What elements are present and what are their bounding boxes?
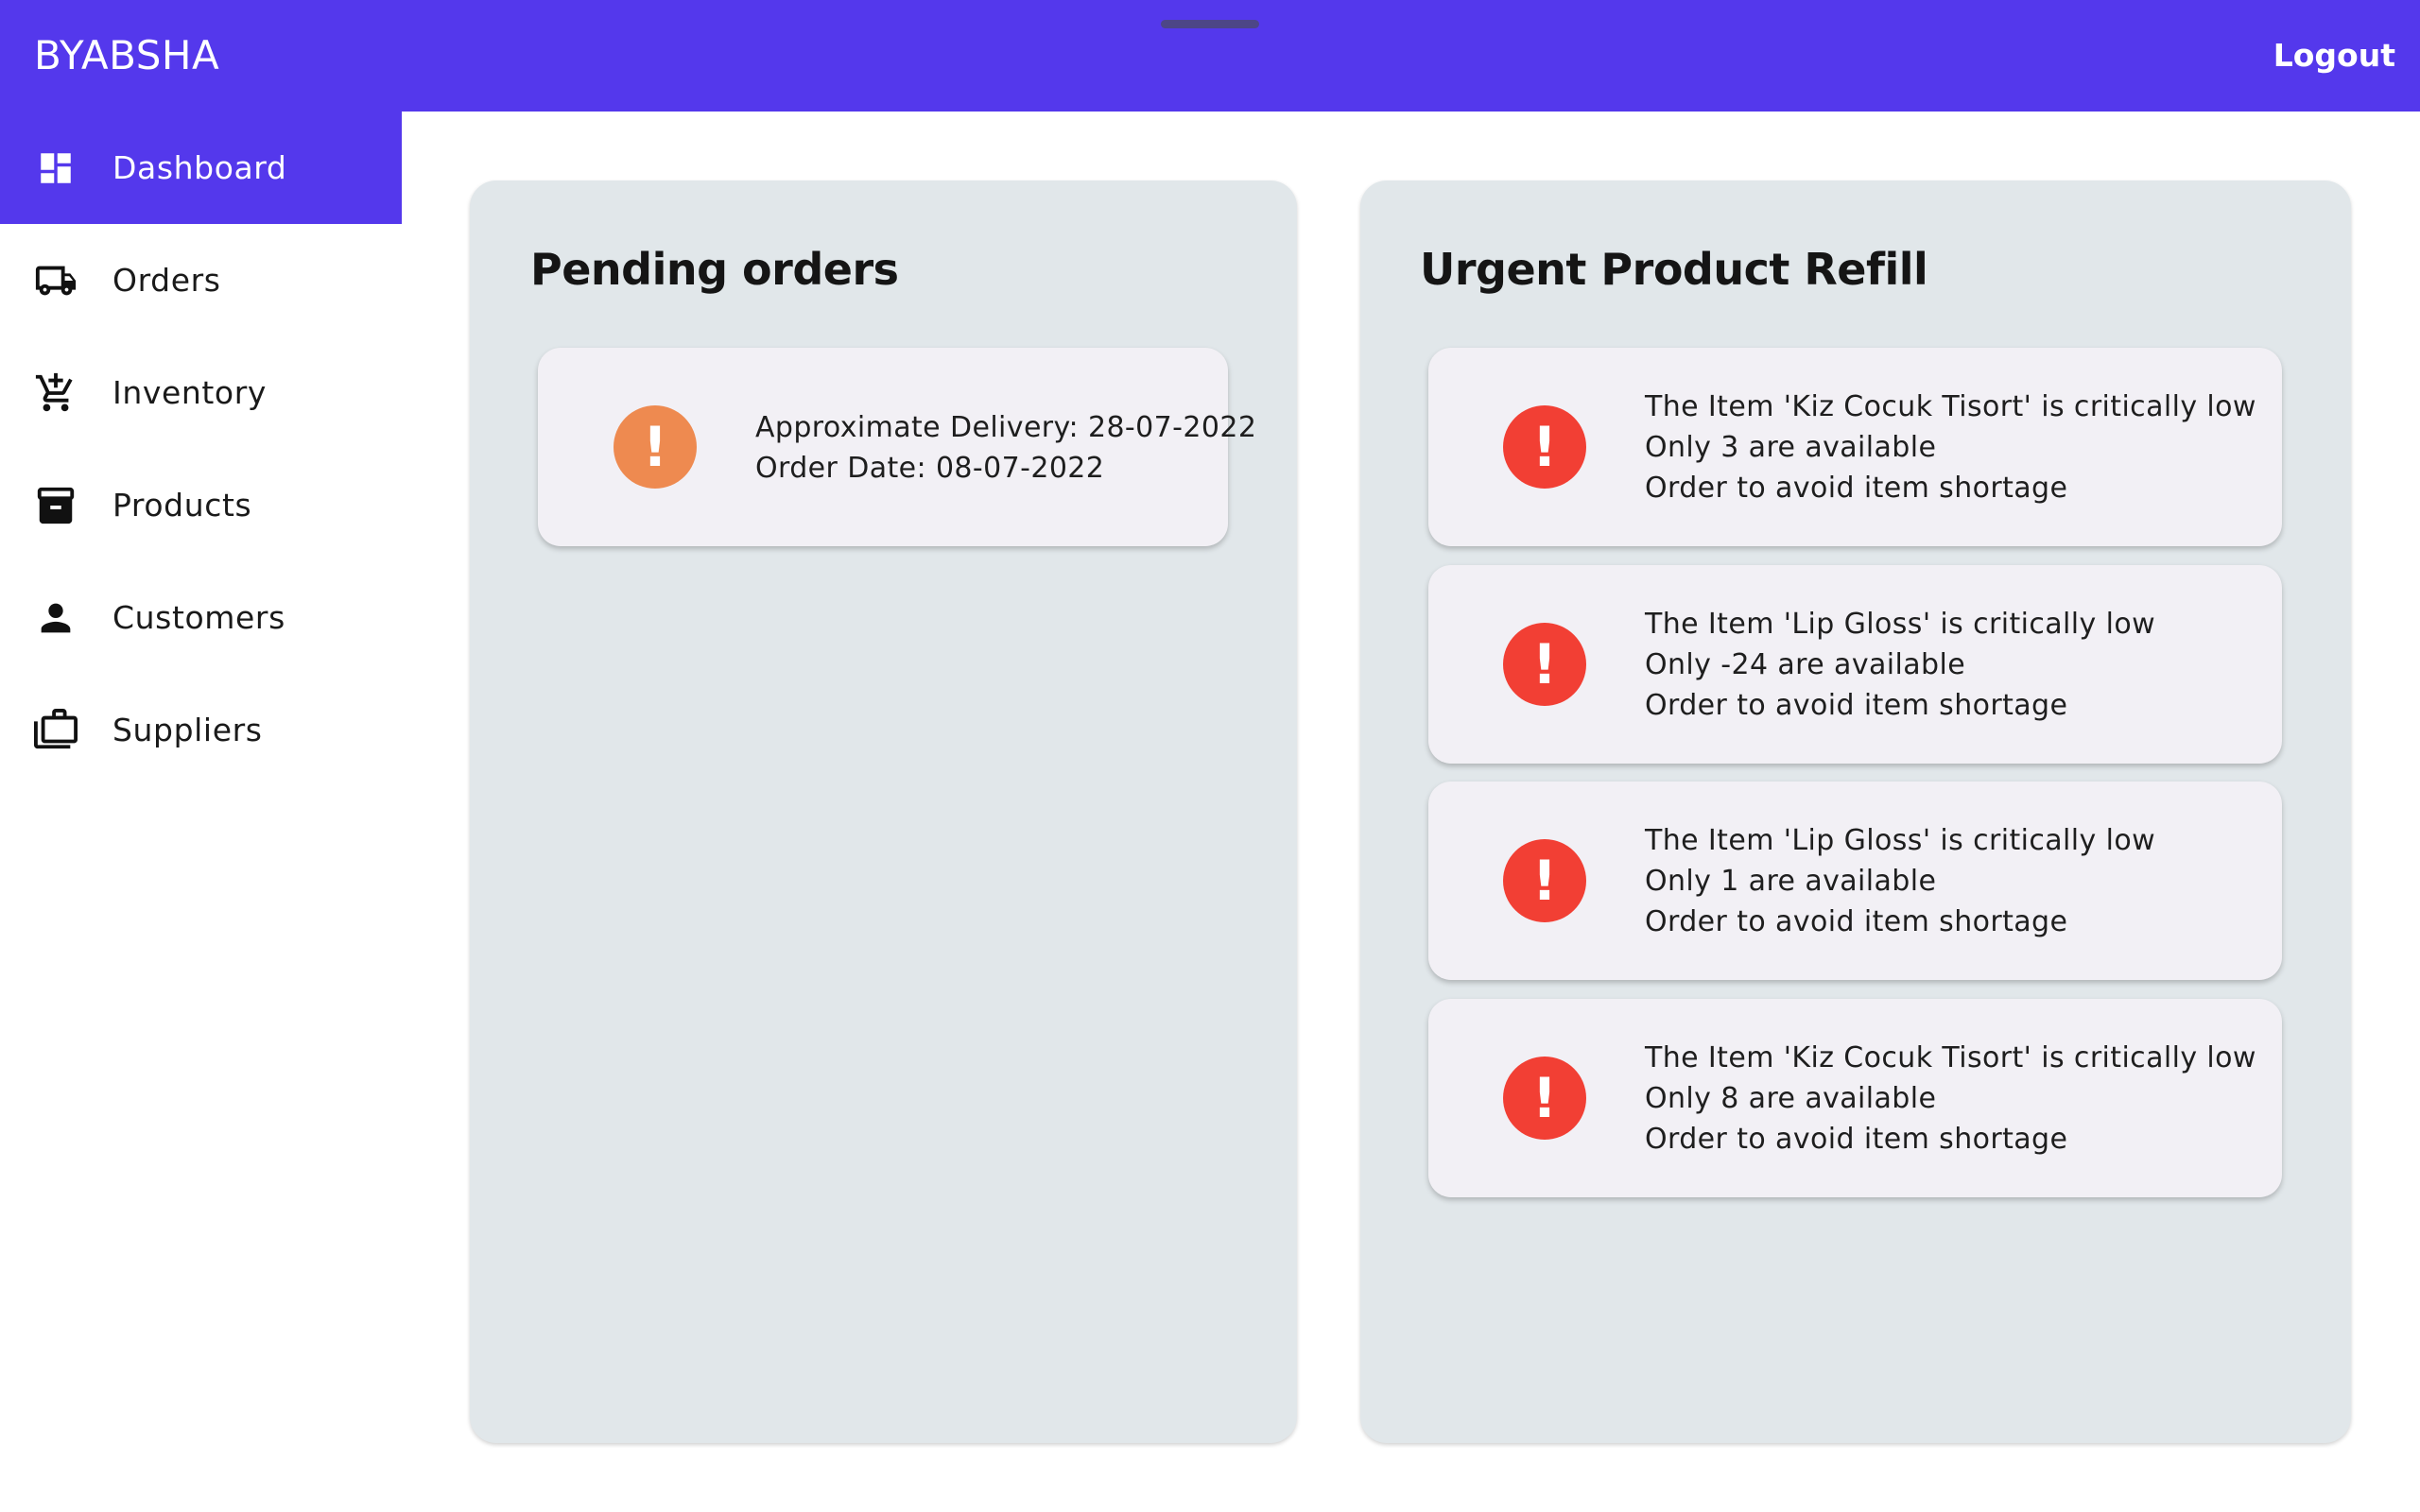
refill-alert-card[interactable]: ! The Item 'Lip Gloss' is critically low… — [1428, 782, 2282, 980]
critical-alert-icon: ! — [1503, 839, 1586, 922]
refill-alert-text: The Item 'Lip Gloss' is critically low O… — [1645, 604, 2155, 726]
refill-item-advice: Order to avoid item shortage — [1645, 689, 2068, 722]
sidebar-item-label: Dashboard — [112, 149, 287, 186]
sidebar-item-customers[interactable]: Customers — [0, 561, 402, 674]
sidebar-item-label: Products — [112, 487, 252, 524]
sidebar-item-products[interactable]: Products — [0, 449, 402, 561]
refill-alert-card[interactable]: ! The Item 'Kiz Cocuk Tisort' is critica… — [1428, 999, 2282, 1197]
warning-icon: ! — [614, 405, 697, 489]
pending-order-text: Approximate Delivery: 28-07-2022 Order D… — [755, 407, 1256, 489]
refill-alert-card[interactable]: ! The Item 'Lip Gloss' is critically low… — [1428, 565, 2282, 764]
app-bar: BYABSHA Logout — [0, 0, 2420, 112]
sidebar-item-label: Orders — [112, 262, 221, 299]
cart-icon — [34, 371, 78, 415]
sidebar-item-inventory[interactable]: Inventory — [0, 336, 402, 449]
dashboard-icon — [34, 146, 78, 190]
refill-alert-text: The Item 'Kiz Cocuk Tisort' is criticall… — [1645, 387, 2256, 508]
person-icon — [34, 596, 78, 640]
refill-item-status: The Item 'Lip Gloss' is critically low — [1645, 608, 2156, 641]
sidebar-item-label: Inventory — [112, 374, 268, 411]
urgent-refill-title: Urgent Product Refill — [1420, 244, 1928, 295]
refill-item-available: Only 3 are available — [1645, 431, 1937, 464]
truck-icon — [34, 259, 78, 302]
archive-box-icon — [34, 484, 78, 527]
sidebar-item-orders[interactable]: Orders — [0, 224, 402, 336]
refill-item-available: Only 1 are available — [1645, 865, 1937, 898]
critical-alert-icon: ! — [1503, 623, 1586, 706]
sidebar: Dashboard Orders Inventory Products Cust… — [0, 112, 402, 1512]
critical-alert-icon: ! — [1503, 405, 1586, 489]
refill-item-status: The Item 'Kiz Cocuk Tisort' is criticall… — [1645, 390, 2256, 423]
approximate-delivery: Approximate Delivery: 28-07-2022 — [755, 411, 1257, 444]
refill-item-status: The Item 'Kiz Cocuk Tisort' is criticall… — [1645, 1041, 2256, 1074]
refill-alert-text: The Item 'Lip Gloss' is critically low O… — [1645, 820, 2155, 942]
pending-orders-title: Pending orders — [530, 244, 899, 295]
pending-order-card[interactable]: ! Approximate Delivery: 28-07-2022 Order… — [538, 348, 1256, 546]
refill-item-available: Only -24 are available — [1645, 648, 1966, 681]
refill-item-advice: Order to avoid item shortage — [1645, 905, 2068, 938]
logout-button[interactable]: Logout — [2273, 0, 2395, 112]
sidebar-item-label: Suppliers — [112, 712, 263, 748]
order-date: Order Date: 08-07-2022 — [755, 452, 1105, 485]
sidebar-item-suppliers[interactable]: Suppliers — [0, 674, 402, 786]
refill-item-status: The Item 'Lip Gloss' is critically low — [1645, 824, 2156, 857]
app-brand: BYABSHA — [34, 32, 220, 78]
sidebar-item-label: Customers — [112, 599, 285, 636]
refill-item-advice: Order to avoid item shortage — [1645, 472, 2068, 505]
refill-item-available: Only 8 are available — [1645, 1082, 1937, 1115]
refill-alert-text: The Item 'Kiz Cocuk Tisort' is criticall… — [1645, 1038, 2256, 1160]
refill-alert-card[interactable]: ! The Item 'Kiz Cocuk Tisort' is critica… — [1428, 348, 2282, 546]
briefcase-icon — [34, 709, 78, 752]
critical-alert-icon: ! — [1503, 1057, 1586, 1140]
drag-handle[interactable] — [1161, 20, 1259, 28]
refill-item-advice: Order to avoid item shortage — [1645, 1123, 2068, 1156]
sidebar-item-dashboard[interactable]: Dashboard — [0, 112, 402, 224]
